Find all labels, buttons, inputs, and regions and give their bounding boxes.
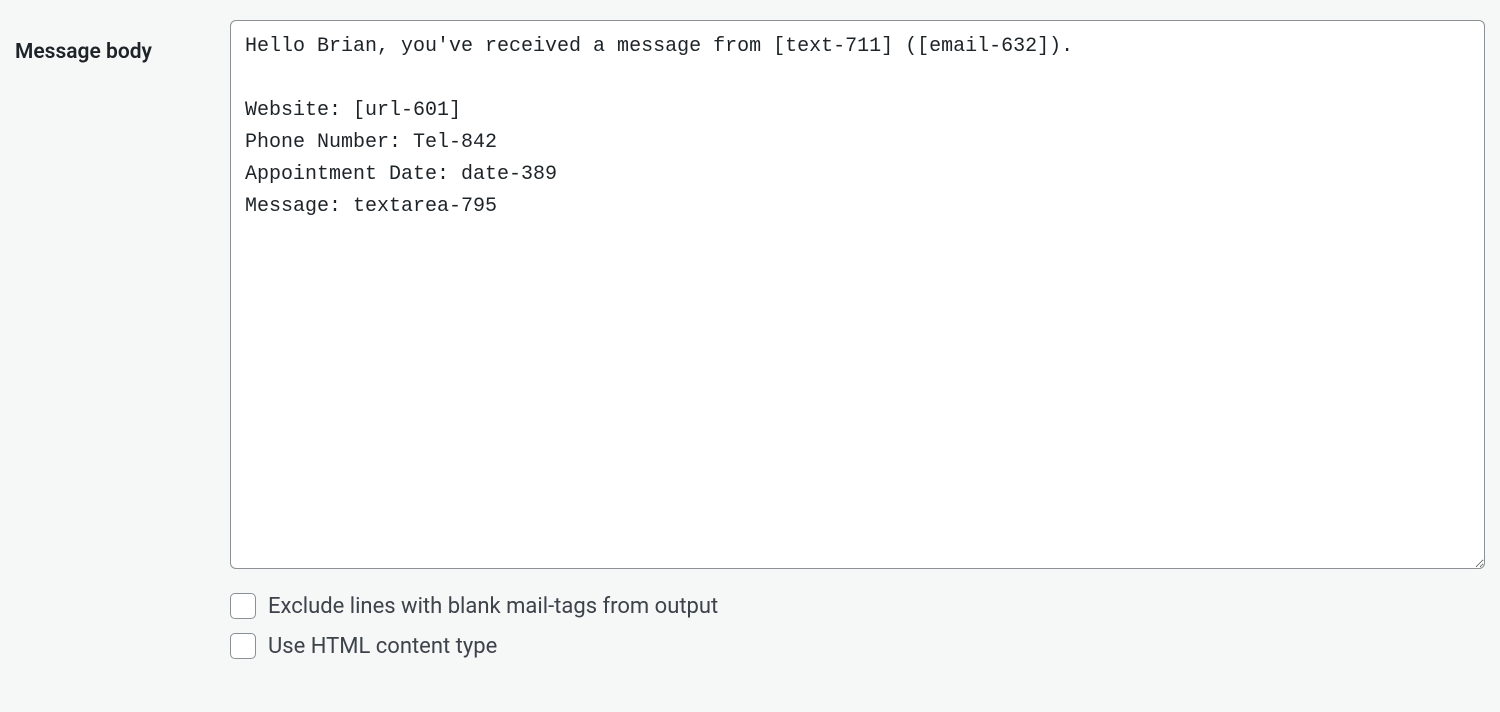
message-body-label: Message body: [15, 40, 152, 64]
use-html-row: Use HTML content type: [230, 633, 1485, 659]
exclude-blank-checkbox[interactable]: [230, 593, 256, 619]
use-html-label[interactable]: Use HTML content type: [268, 634, 497, 659]
exclude-blank-row: Exclude lines with blank mail-tags from …: [230, 593, 1485, 619]
use-html-checkbox[interactable]: [230, 633, 256, 659]
message-body-textarea[interactable]: [230, 20, 1485, 569]
exclude-blank-label[interactable]: Exclude lines with blank mail-tags from …: [268, 594, 718, 619]
